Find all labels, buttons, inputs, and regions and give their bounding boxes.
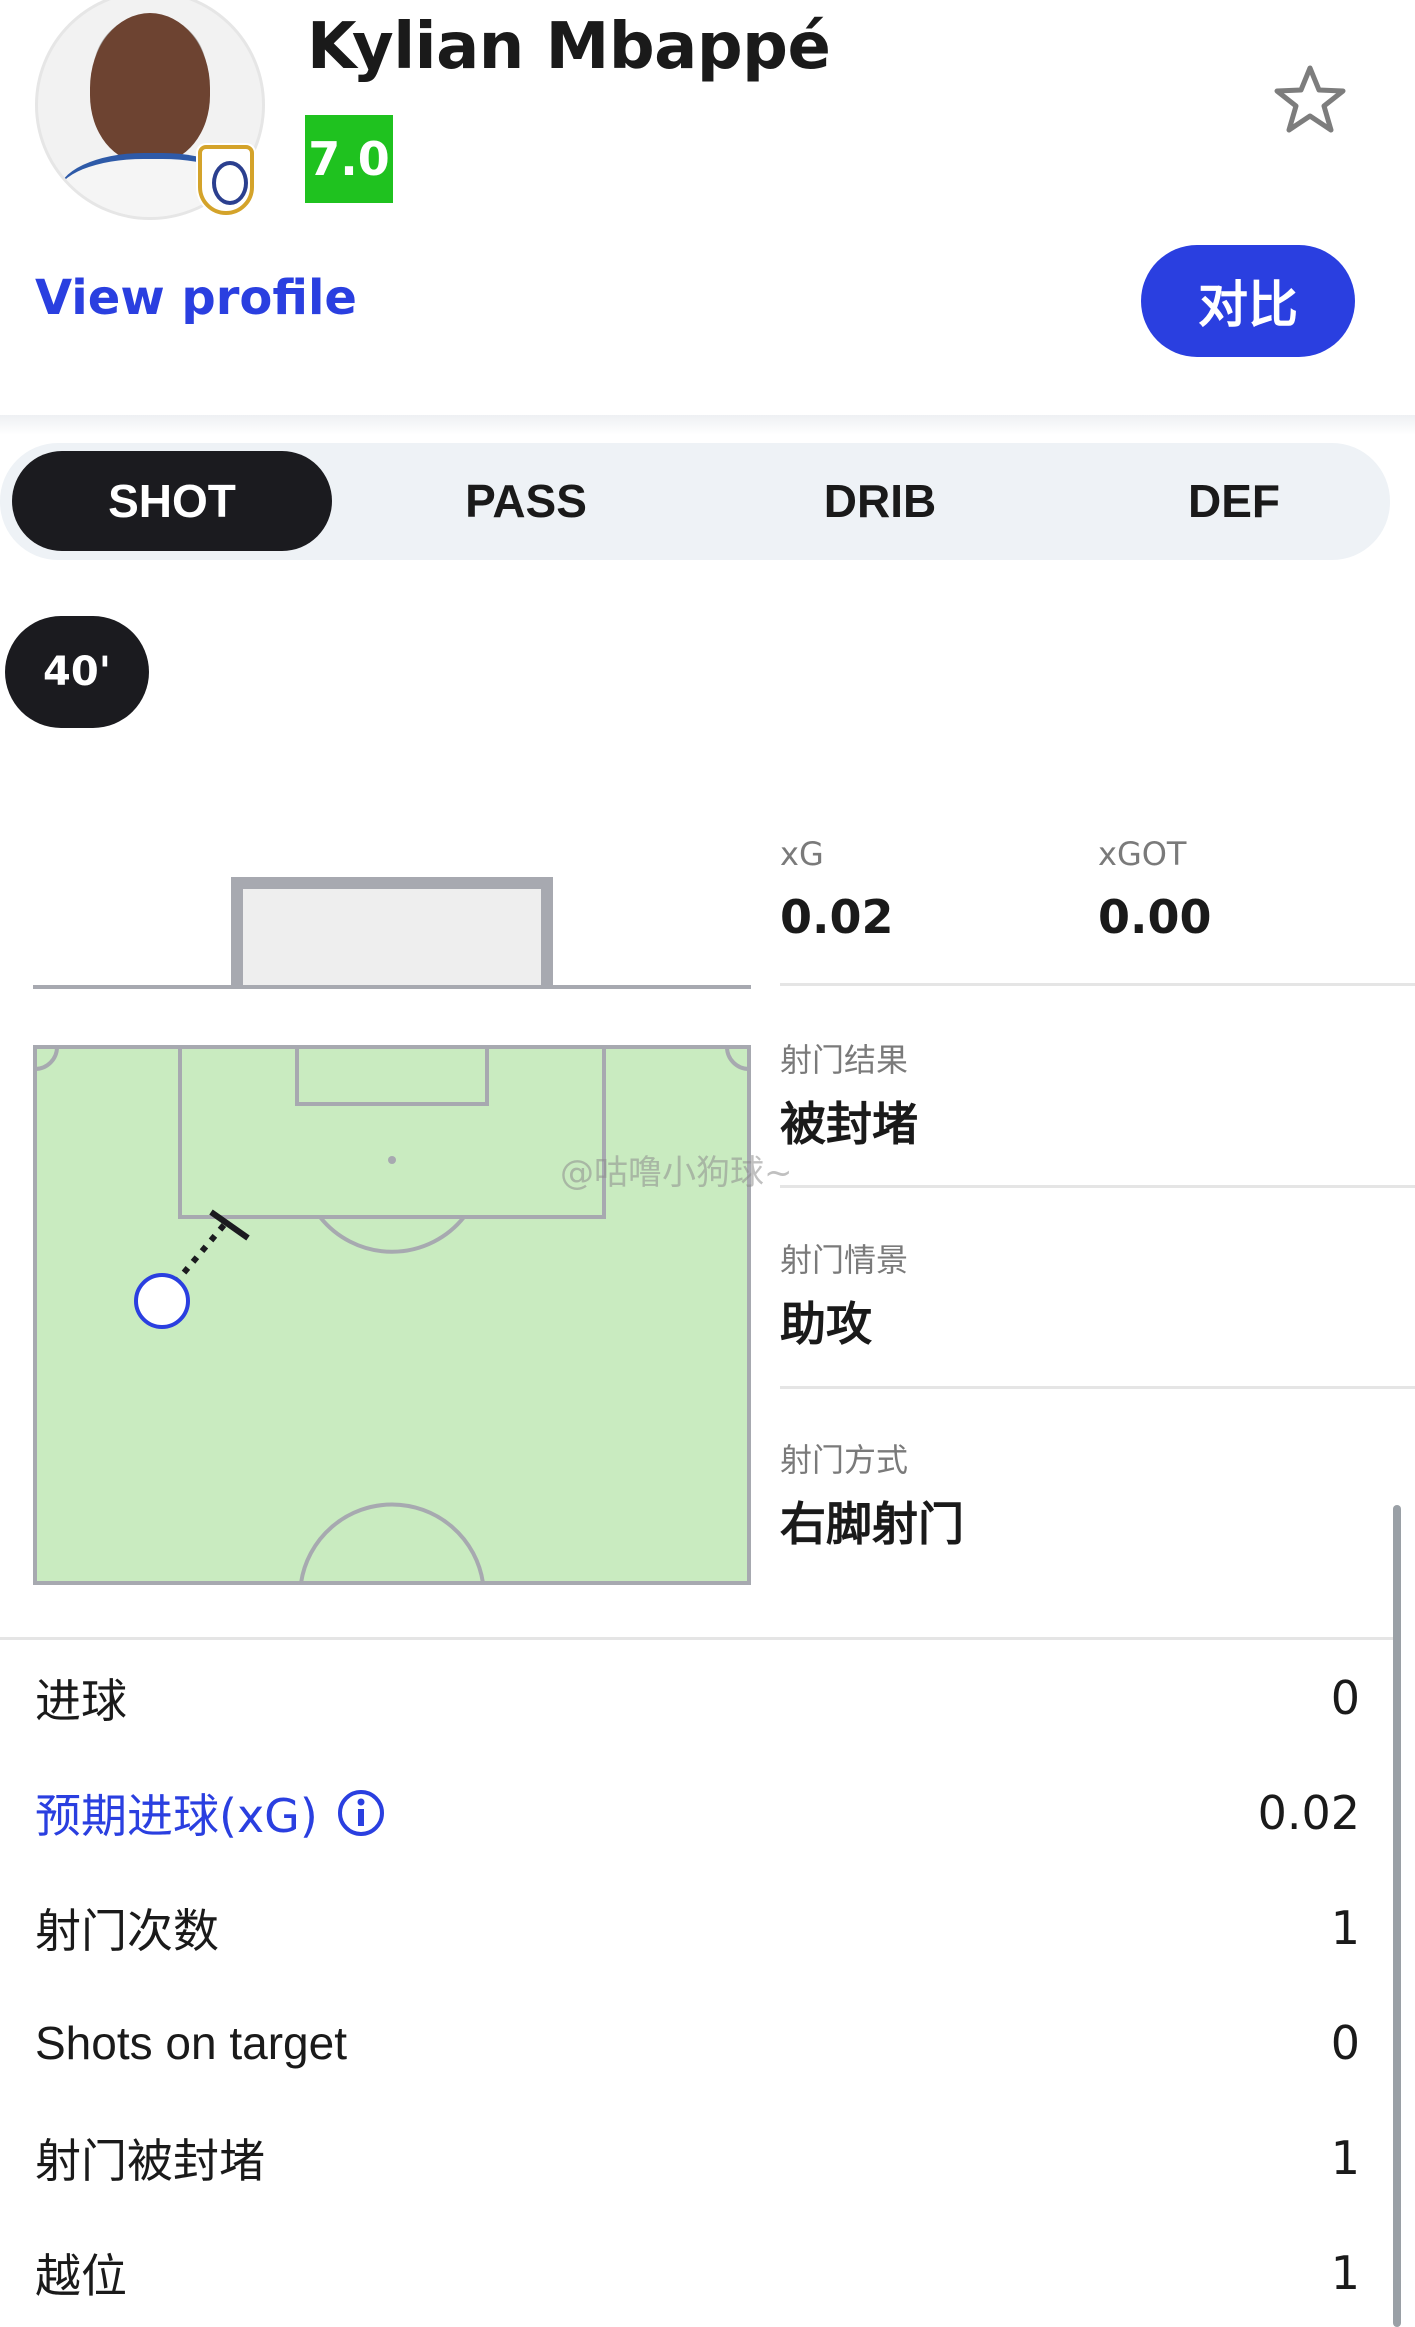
avatar-face bbox=[90, 13, 210, 163]
shot-type-value: 右脚射门 bbox=[780, 1497, 964, 1551]
xgot-label: xGOT bbox=[1098, 835, 1187, 873]
stat-value: 0 bbox=[1330, 1671, 1360, 1725]
xgot-value: 0.00 bbox=[1098, 890, 1212, 944]
stat-row-goals: 进球 0 bbox=[35, 1648, 1360, 1748]
stat-label: 进球 bbox=[35, 1674, 127, 1728]
tab-def[interactable]: DEF bbox=[1074, 451, 1394, 551]
stat-row-offside: 越位 1 bbox=[35, 2223, 1360, 2323]
header-divider bbox=[0, 415, 1415, 435]
view-profile-link[interactable]: View profile bbox=[35, 270, 357, 326]
shot-location-marker bbox=[134, 1273, 190, 1329]
stat-value: 1 bbox=[1330, 2131, 1360, 2185]
tab-shot[interactable]: SHOT bbox=[12, 451, 332, 551]
player-header: Kylian Mbappé 7.0 View profile 对比 bbox=[0, 0, 1415, 415]
info-icon[interactable] bbox=[336, 1788, 386, 1838]
compare-button[interactable]: 对比 bbox=[1141, 245, 1355, 357]
stat-row-blocked: 射门被封堵 1 bbox=[35, 2108, 1360, 2208]
info-divider bbox=[780, 1386, 1415, 1389]
player-rating-badge: 7.0 bbox=[305, 115, 393, 203]
goal-frame-view bbox=[33, 877, 751, 989]
shot-situation-value: 助攻 bbox=[780, 1297, 872, 1351]
stat-value: 1 bbox=[1330, 1901, 1360, 1955]
goal-net bbox=[237, 883, 547, 988]
stat-label: Shots on target bbox=[35, 2017, 347, 2069]
stat-tabs: SHOT PASS DRIB DEF bbox=[0, 443, 1390, 560]
player-name: Kylian Mbappé bbox=[307, 10, 831, 84]
penalty-spot bbox=[388, 1156, 396, 1164]
shot-type-label: 射门方式 bbox=[780, 1441, 909, 1479]
scrollbar[interactable] bbox=[1393, 1505, 1401, 2327]
info-divider bbox=[780, 983, 1415, 986]
stat-value: 1 bbox=[1330, 2246, 1360, 2300]
shot-minute-chip[interactable]: 40' bbox=[5, 616, 149, 728]
stat-row-xg[interactable]: 预期进球(xG) 0.02 bbox=[35, 1763, 1360, 1863]
xg-label: xG bbox=[780, 835, 824, 873]
shot-result-label: 射门结果 bbox=[780, 1041, 909, 1079]
info-divider bbox=[780, 1185, 1415, 1188]
stat-value: 0 bbox=[1330, 2016, 1360, 2070]
shot-situation-label: 射门情景 bbox=[780, 1241, 909, 1279]
shot-result-value: 被封堵 bbox=[780, 1097, 918, 1151]
tab-drib[interactable]: DRIB bbox=[720, 451, 1040, 551]
stat-label-text[interactable]: 预期进球(xG) bbox=[35, 1780, 318, 1846]
watermark: @咕噜小狗球~ bbox=[560, 1153, 793, 1193]
stat-label: 越位 bbox=[35, 2249, 127, 2303]
stat-value: 0.02 bbox=[1257, 1786, 1360, 1840]
stat-row-shots-on-target: Shots on target 0 bbox=[35, 1993, 1360, 2093]
stat-label: 射门被封堵 bbox=[35, 2134, 265, 2188]
club-crest-icon bbox=[198, 145, 254, 215]
tab-pass[interactable]: PASS bbox=[366, 451, 686, 551]
xg-value: 0.02 bbox=[780, 890, 894, 944]
stat-label: 射门次数 bbox=[35, 1904, 219, 1958]
shot-map-pitch bbox=[33, 1045, 751, 1585]
star-outline-icon[interactable] bbox=[1270, 60, 1350, 140]
stats-divider bbox=[0, 1637, 1400, 1640]
stat-label-xg[interactable]: 预期进球(xG) bbox=[35, 1780, 386, 1846]
stat-row-shots: 射门次数 1 bbox=[35, 1878, 1360, 1978]
